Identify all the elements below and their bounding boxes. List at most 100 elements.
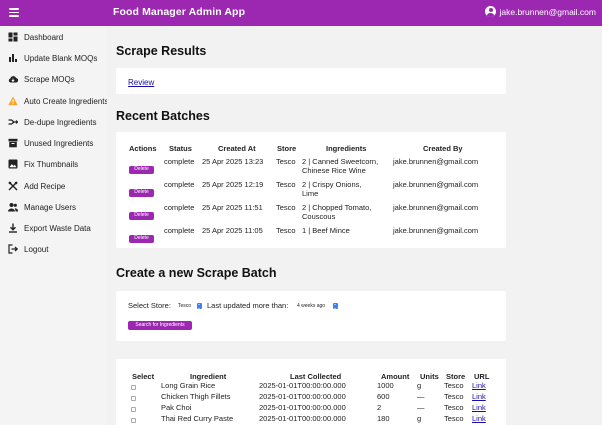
dashboard-icon [8,32,18,42]
sidebar-item-de-dupe-ingredients[interactable]: De-dupe Ingredients [0,113,107,131]
ingredient-name: Thai Red Curry Paste [161,414,234,423]
batch-status: complete [164,157,195,166]
sidebar-item-label: Logout [24,244,49,254]
warning-icon [8,96,18,106]
delete-batch-button[interactable]: Delete [129,166,154,174]
sidebar-item-add-recipe[interactable]: Add Recipe [0,177,107,195]
ingredient-select-checkbox[interactable] [131,418,136,423]
ingredient-url-link[interactable]: Link [472,414,486,423]
sidebar-item-label: Auto Create Ingredients [24,96,109,106]
batch-status: complete [164,180,195,189]
sidebar-item-label: Export Waste Data [24,223,91,233]
sidebar-item-update-blank-moqs[interactable]: Update Blank MOQs [0,49,107,67]
ingredient-select-checkbox[interactable] [131,407,136,412]
batch-ingredients-line1: 2 | Crispy Onions, [302,180,362,189]
new-batch-card: Select Store: Tesco Last updated more th… [116,291,506,341]
sidebar-item-auto-create-ingredients[interactable]: Auto Create Ingredients [0,92,109,110]
hamburger-menu-icon[interactable] [9,8,19,17]
ingredient-url-link[interactable]: Link [472,381,486,390]
column-header-amount: Amount [381,372,410,381]
sidebar-item-label: Scrape MOQs [24,74,75,84]
batch-ingredients-line2: Couscous [302,212,336,221]
ingredient-last-collected: 2025-01-01T00:00:00.000 [259,381,346,390]
batch-store: Tesco [276,157,296,166]
search-ingredients-button[interactable]: Search for Ingredients [128,321,192,330]
ingredient-units: — [417,403,425,412]
new-batch-title: Create a new Scrape Batch [116,266,277,280]
ingredient-last-collected: 2025-01-01T00:00:00.000 [259,392,346,401]
ingredient-name: Chicken Thigh Fillets [161,392,231,401]
column-header-status: Status [169,144,192,153]
scrape-results-card: Review [116,68,506,94]
user-account[interactable]: jake.brunnen@gmail.com [485,6,596,17]
ingredient-select-checkbox[interactable] [131,396,136,401]
delete-batch-button[interactable]: Delete [129,235,154,243]
sidebar-item-manage-users[interactable]: Manage Users [0,198,107,216]
batch-status: complete [164,226,195,235]
inventory-icon [8,138,18,148]
image-icon [8,159,18,169]
ingredient-url-link[interactable]: Link [472,392,486,401]
delete-batch-button[interactable]: Delete [129,189,154,197]
sidebar-item-label: Manage Users [24,202,77,212]
ingredient-store: Tesco [444,403,464,412]
sidebar-item-export-waste-data[interactable]: Export Waste Data [0,219,107,237]
batch-store: Tesco [276,226,296,235]
store-select-arrow-icon [197,303,202,309]
column-header-url: URL [474,372,490,381]
column-header-select: Select [132,372,155,381]
column-header-created-at: Created At [218,144,256,153]
batch-store: Tesco [276,203,296,212]
account-circle-icon [485,6,497,17]
ingredient-amount: 2 [377,403,382,412]
ingredient-amount: 1000 [377,381,394,390]
batch-created-by: jake.brunnen@gmail.com [393,180,479,189]
sidebar-item-fix-thumbnails[interactable]: Fix Thumbnails [0,155,107,173]
ingredient-last-collected: 2025-01-01T00:00:00.000 [259,403,346,412]
column-header-units: Units [420,372,439,381]
ingredient-units: g [417,381,422,390]
select-store-label: Select Store: [128,301,171,310]
scrape-results-title: Scrape Results [116,44,207,58]
delete-batch-button[interactable]: Delete [129,212,154,220]
ingredient-units: g [417,414,422,423]
column-header-store: Store [277,144,297,153]
batch-ingredients-line2: Lime [302,189,319,198]
app-title: Food Manager Admin App [113,6,246,18]
bar-chart-icon [8,53,18,63]
ingredient-store: Tesco [444,414,464,423]
ingredient-last-collected: 2025-01-01T00:00:00.000 [259,414,346,423]
sidebar-item-label: Dashboard [24,32,64,42]
ingredient-select-checkbox[interactable] [131,385,136,390]
batch-created-at: 25 Apr 2025 12:19 [202,180,264,189]
sidebar-item-scrape-moqs[interactable]: Scrape MOQs [0,70,107,88]
ingredient-amount: 600 [377,392,390,401]
last-updated-select-value: 4 weeks ago [297,303,326,309]
batch-ingredients-line1: 2 | Canned Sweetcorn, [302,157,379,166]
sidebar-item-label: De-dupe Ingredients [24,117,97,127]
sidebar-item-label: Add Recipe [24,181,66,191]
logout-icon [8,244,18,254]
review-link[interactable]: Review [128,78,154,87]
ingredient-name: Pak Choi [161,403,192,412]
batch-status: complete [164,203,195,212]
batch-ingredients-line1: 2 | Chopped Tomato, [302,203,372,212]
ingredient-store: Tesco [444,381,464,390]
sidebar-item-dashboard[interactable]: Dashboard [0,28,107,46]
column-header-store: Store [446,372,466,381]
recent-batches-card: Actions Status Created At Store Ingredie… [116,132,506,248]
ingredient-url-link[interactable]: Link [472,403,486,412]
main-content: Scrape Results Review Recent Batches Act… [107,26,602,425]
ingredient-store: Tesco [444,392,464,401]
sidebar-item-label: Unused Ingredients [24,138,94,148]
column-header-last-collected: Last Collected [290,372,342,381]
sidebar-item-logout[interactable]: Logout [0,240,107,258]
ingredient-units: — [417,392,425,401]
ingredients-table-card: Select Ingredient Last Collected Amount … [116,359,506,425]
merge-icon [8,117,18,127]
sidebar-item-unused-ingredients[interactable]: Unused Ingredients [0,134,107,152]
sidebar-item-label: Fix Thumbnails [24,159,79,169]
last-updated-label: Last updated more than: [207,301,289,310]
ingredient-amount: 180 [377,414,390,423]
batch-created-at: 25 Apr 2025 13:23 [202,157,264,166]
